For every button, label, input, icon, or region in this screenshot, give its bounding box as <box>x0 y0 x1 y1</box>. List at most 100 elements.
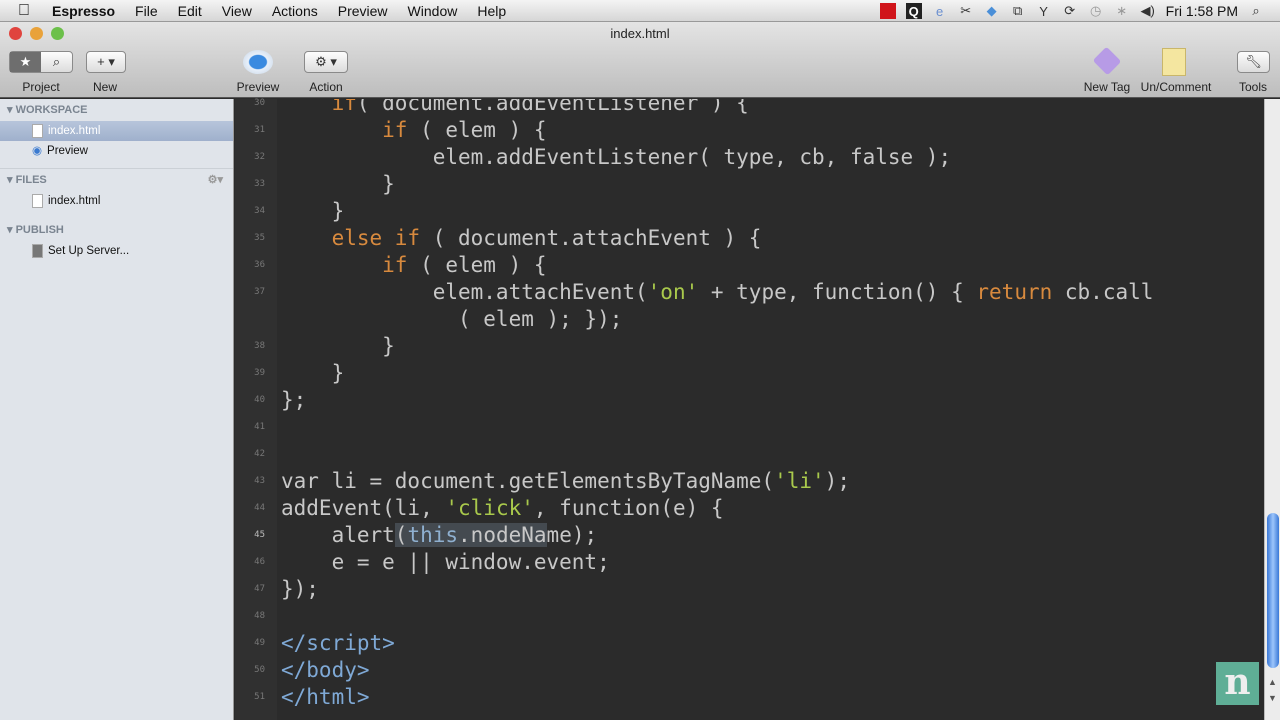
preview-eye-icon[interactable] <box>243 50 273 74</box>
line-number: 48 <box>254 611 265 621</box>
code-token: this <box>407 523 459 547</box>
publish-header[interactable]: ▾ PUBLISH <box>0 219 233 241</box>
video-icon[interactable] <box>879 3 896 19</box>
new-tag-icon[interactable] <box>1092 46 1122 76</box>
code-line[interactable]: e = e || window.event; <box>281 549 610 576</box>
code-token: addEvent(li, <box>281 496 446 520</box>
code-line[interactable]: ( elem ); }); <box>281 306 622 333</box>
scroll-thumb[interactable] <box>1267 513 1279 668</box>
code-line[interactable]: }; <box>281 387 306 414</box>
html-file-icon <box>32 194 43 208</box>
line-number: 47 <box>254 584 265 594</box>
item-label: Preview <box>47 145 88 157</box>
code-line[interactable]: alert(this.nodeName); <box>281 522 597 549</box>
menu-edit[interactable]: Edit <box>168 3 212 19</box>
textexpander-icon[interactable]: e <box>932 3 948 19</box>
line-number: 43 <box>254 476 265 486</box>
code-token: alert <box>281 523 395 547</box>
q-icon[interactable]: Q <box>905 3 922 19</box>
plus-icon: + ▾ <box>97 54 115 69</box>
code-line[interactable]: var li = document.getElementsByTagName('… <box>281 468 850 495</box>
star-icon[interactable]: ★ <box>10 52 41 72</box>
code-line[interactable]: </body> <box>281 657 370 684</box>
line-number: 37 <box>254 287 265 297</box>
gear-icon[interactable]: ⚙▾ <box>208 169 223 191</box>
menu-help[interactable]: Help <box>467 3 516 19</box>
code-token: + type, function() { <box>698 280 977 304</box>
new-label: New <box>92 80 117 94</box>
code-line[interactable]: </script> <box>281 630 395 657</box>
item-label: index.html <box>48 125 101 137</box>
file-item-index[interactable]: index.html <box>0 191 233 211</box>
scissors-icon[interactable]: ✂ <box>958 3 974 19</box>
menu-actions[interactable]: Actions <box>262 3 328 19</box>
workspace-header[interactable]: ▾ WORKSPACE <box>0 99 233 121</box>
code-line[interactable]: } <box>281 333 395 360</box>
code-token: return <box>976 280 1053 304</box>
action-button[interactable]: ⚙ ▾ <box>304 51 348 73</box>
time-machine-icon[interactable]: ◷ <box>1088 3 1104 19</box>
spotlight-icon[interactable]: ⌕ <box>1248 3 1264 19</box>
code-editor[interactable]: if( document.addEventListener ) { if ( e… <box>277 99 1264 720</box>
new-tag-label: New Tag <box>1083 80 1131 94</box>
sync-icon[interactable]: ⟳ <box>1062 3 1078 19</box>
dropbox-icon[interactable]: ◆ <box>984 3 1000 19</box>
menu-preview[interactable]: Preview <box>328 3 398 19</box>
code-line[interactable]: </html> <box>281 684 370 711</box>
line-number: 50 <box>254 665 265 675</box>
windows-icon[interactable]: ⧉ <box>1010 3 1026 19</box>
code-token: </body> <box>281 658 370 682</box>
setup-server-item[interactable]: Set Up Server... <box>0 241 233 261</box>
code-line[interactable]: } <box>281 360 345 387</box>
scroll-up-arrow[interactable]: ▲ <box>1268 677 1277 687</box>
code-token: elem.attachEvent( <box>281 280 648 304</box>
code-line[interactable]: if( document.addEventListener ) { <box>281 99 749 117</box>
new-button[interactable]: + ▾ <box>86 51 126 73</box>
comment-icon[interactable] <box>1162 48 1186 76</box>
code-line[interactable]: }); <box>281 576 319 603</box>
bluetooth-icon[interactable]: ∗ <box>1114 3 1130 19</box>
search-icon[interactable]: ⌕ <box>41 54 72 70</box>
line-number: 42 <box>254 449 265 459</box>
line-number: 33 <box>254 179 265 189</box>
code-token: ( elem ) { <box>407 118 547 142</box>
publish-title: PUBLISH <box>15 224 64 236</box>
line-number: 51 <box>254 692 265 702</box>
clock[interactable]: Fri 1:58 PM <box>1166 3 1238 19</box>
html-file-icon <box>32 124 43 138</box>
item-label: index.html <box>48 195 101 207</box>
server-icon <box>32 244 43 258</box>
project-segmented[interactable]: ★ ⌕ <box>9 51 73 73</box>
volume-icon[interactable]: ◀) <box>1140 3 1156 19</box>
line-number: 30 <box>254 98 265 108</box>
menu-file[interactable]: File <box>125 3 168 19</box>
menu-window[interactable]: Window <box>398 3 468 19</box>
files-header[interactable]: ▾ FILES ⚙▾ <box>0 169 233 191</box>
item-label: Set Up Server... <box>48 245 130 257</box>
code-line[interactable]: } <box>281 171 395 198</box>
menu-app[interactable]: Espresso <box>48 3 125 19</box>
code-token: ( elem ); }); <box>281 307 623 331</box>
vertical-scrollbar[interactable]: ▲ ▼ <box>1264 99 1280 720</box>
scroll-down-arrow[interactable]: ▼ <box>1268 693 1277 703</box>
tools-button[interactable]: 🔧︎ <box>1237 51 1270 73</box>
apple-icon[interactable]:  <box>18 2 36 20</box>
code-line[interactable]: elem.addEventListener( type, cb, false )… <box>281 144 951 171</box>
project-label: Project <box>22 80 60 94</box>
fork-icon[interactable]: Y <box>1036 3 1052 19</box>
code-line[interactable]: if ( elem ) { <box>281 117 547 144</box>
code-token: </script> <box>281 631 395 655</box>
code-line[interactable]: } <box>281 198 345 225</box>
code-token: } <box>281 199 345 223</box>
watermark-logo: n <box>1216 662 1259 705</box>
code-token: , function(e) { <box>533 496 724 520</box>
sidebar-item-index[interactable]: index.html <box>0 121 233 141</box>
code-line[interactable]: else if ( document.attachEvent ) { <box>281 225 762 252</box>
code-line[interactable]: addEvent(li, 'click', function(e) { <box>281 495 724 522</box>
sidebar-item-preview[interactable]: ◉ Preview <box>0 141 233 161</box>
line-number: 44 <box>254 503 265 513</box>
code-line[interactable]: elem.attachEvent('on' + type, function()… <box>281 279 1154 306</box>
menu-view[interactable]: View <box>212 3 262 19</box>
code-line[interactable]: if ( elem ) { <box>281 252 546 279</box>
line-number: 34 <box>254 206 265 216</box>
